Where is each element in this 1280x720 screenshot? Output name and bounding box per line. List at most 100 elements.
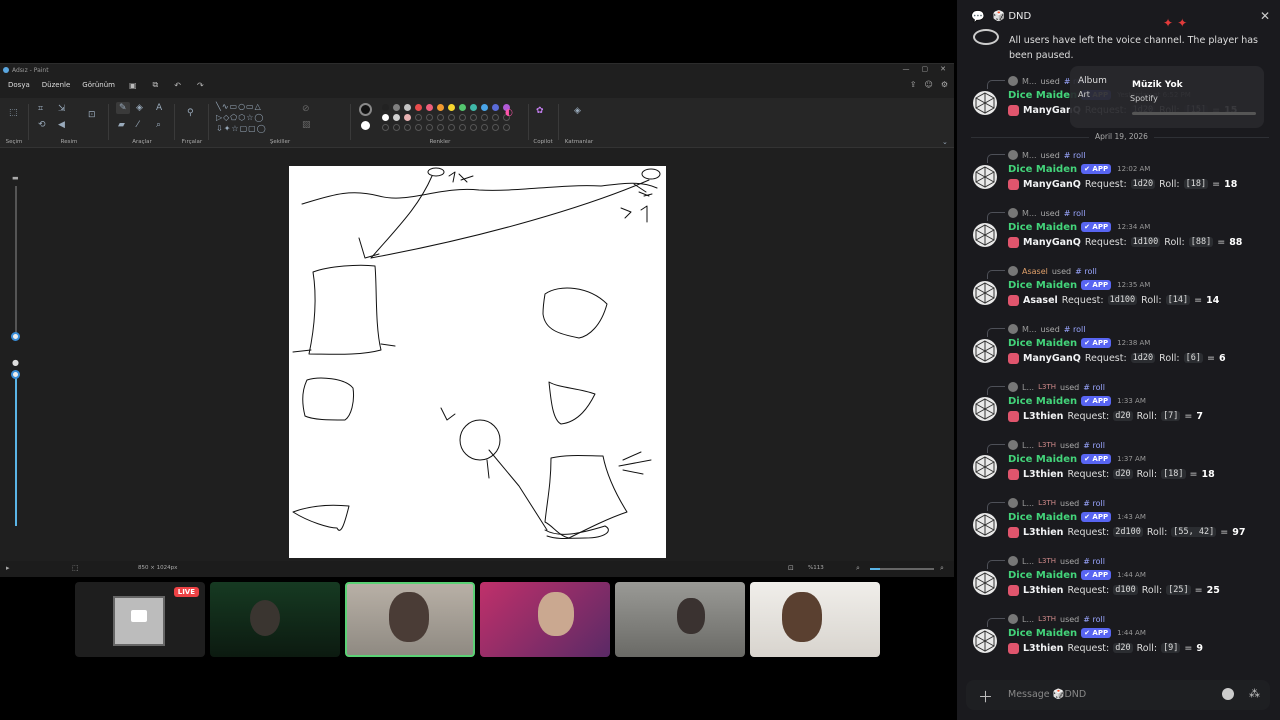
palette-swatch[interactable] xyxy=(393,104,400,111)
color-picker-icon[interactable]: ⁄ xyxy=(137,120,139,130)
palette-swatch[interactable] xyxy=(437,114,444,121)
zoom-level[interactable]: %113 xyxy=(808,565,824,571)
menu-view[interactable]: Görünüm xyxy=(78,81,119,89)
size-slider-knob[interactable] xyxy=(11,332,20,341)
webcam-tile-speaking[interactable] xyxy=(345,582,475,657)
message-input[interactable]: Message 🎲DND xyxy=(1008,689,1086,700)
palette-swatch[interactable] xyxy=(470,104,477,111)
command-reference[interactable]: M... used # roll xyxy=(1008,322,1085,336)
slash-command[interactable]: # roll xyxy=(1083,499,1105,508)
bot-name[interactable]: Dice Maiden xyxy=(1008,454,1077,465)
palette-swatch[interactable] xyxy=(426,104,433,111)
shapes-row-1-icon[interactable]: ╲∿▭○▭△ xyxy=(216,102,262,111)
fit-icon[interactable]: ⊡ xyxy=(788,564,794,572)
palette-swatch[interactable] xyxy=(426,114,433,121)
bot-name[interactable]: Dice Maiden xyxy=(1008,164,1077,175)
palette-swatch[interactable] xyxy=(459,114,466,121)
dice-maiden-avatar[interactable] xyxy=(972,454,998,480)
palette-swatch[interactable] xyxy=(448,114,455,121)
bot-name[interactable]: Dice Maiden xyxy=(1008,570,1077,581)
copilot-icon[interactable]: ✿ xyxy=(536,106,544,116)
palette-swatch[interactable] xyxy=(404,104,411,111)
slash-command[interactable]: # roll xyxy=(1083,557,1105,566)
zoom-slider[interactable] xyxy=(870,568,934,570)
palette-swatch[interactable] xyxy=(470,114,477,121)
custom-swatch[interactable] xyxy=(459,124,466,131)
bot-name[interactable]: Dice Maiden xyxy=(1008,338,1077,349)
color-1-swatch[interactable] xyxy=(359,103,372,116)
palette-swatch[interactable] xyxy=(382,114,389,121)
select-icon[interactable]: ⬚ xyxy=(9,108,18,118)
custom-swatch[interactable] xyxy=(437,124,444,131)
custom-swatch[interactable] xyxy=(448,124,455,131)
bot-name[interactable]: Dice Maiden xyxy=(1008,280,1077,291)
menu-edit[interactable]: Düzenle xyxy=(38,81,75,89)
collapse-ribbon-icon[interactable]: ⌄ xyxy=(942,138,948,146)
command-reference[interactable]: L... L3TH used # roll xyxy=(1008,554,1105,568)
custom-swatch[interactable] xyxy=(481,124,488,131)
command-reference[interactable]: L... L3TH used # roll xyxy=(1008,496,1105,510)
bot-name[interactable]: Dice Maiden xyxy=(1008,90,1077,101)
palette-swatch[interactable] xyxy=(448,104,455,111)
drawing-canvas[interactable] xyxy=(289,166,666,558)
save-icon[interactable]: ▣ xyxy=(123,81,143,90)
dice-maiden-avatar[interactable] xyxy=(972,90,998,116)
chat-bubble-icon[interactable]: 💬 xyxy=(971,10,985,23)
command-reference[interactable]: L... L3TH used # roll xyxy=(1008,612,1105,626)
slash-command[interactable]: # roll xyxy=(1064,209,1086,218)
custom-swatch[interactable] xyxy=(503,124,510,131)
fill-icon[interactable]: ◈ xyxy=(136,103,143,113)
slash-command[interactable]: # roll xyxy=(1083,383,1105,392)
palette-swatch[interactable] xyxy=(492,114,499,121)
webcam-tile-screen[interactable]: LIVE xyxy=(75,582,205,657)
text-icon[interactable]: A xyxy=(156,103,162,113)
palette-swatch[interactable] xyxy=(404,114,411,121)
slash-command[interactable]: # roll xyxy=(1075,267,1097,276)
close-icon[interactable]: ✕ xyxy=(940,65,946,73)
palette-swatch[interactable] xyxy=(481,104,488,111)
emoji-icon[interactable] xyxy=(1222,688,1234,700)
chat-message[interactable]: L... L3TH used # roll Dice Maiden ✔ APP … xyxy=(957,380,1280,438)
share-icon[interactable]: ⧉ xyxy=(147,80,165,90)
flip-icon[interactable]: ◀ xyxy=(58,120,65,130)
undo-icon[interactable]: ↶ xyxy=(168,81,187,90)
dice-maiden-avatar[interactable] xyxy=(972,338,998,364)
chat-message[interactable]: L... L3TH used # roll Dice Maiden ✔ APP … xyxy=(957,438,1280,496)
custom-swatch[interactable] xyxy=(426,124,433,131)
webcam-tile-6[interactable] xyxy=(750,582,880,657)
palette-swatch[interactable] xyxy=(481,114,488,121)
zoom-in-icon[interactable]: ⌕ xyxy=(940,564,944,573)
palette-swatch[interactable] xyxy=(459,104,466,111)
chat-message[interactable]: M... used # roll Dice Maiden ✔ APP 12:34… xyxy=(957,206,1280,264)
slash-command[interactable]: # roll xyxy=(1064,325,1086,334)
palette-swatch[interactable] xyxy=(393,114,400,121)
image-select-icon[interactable]: ⊡ xyxy=(88,110,96,120)
webcam-tile-5[interactable] xyxy=(615,582,745,657)
pencil-icon[interactable]: ✎ xyxy=(116,102,130,114)
settings-icon[interactable]: ⚙ xyxy=(941,80,948,89)
custom-swatch[interactable] xyxy=(382,124,389,131)
slash-command[interactable]: # roll xyxy=(1064,151,1086,160)
outline-icon[interactable]: ⊘ xyxy=(302,104,310,114)
chat-message[interactable]: M... used # roll Dice Maiden ✔ APP 12:02… xyxy=(957,148,1280,206)
custom-swatch[interactable] xyxy=(470,124,477,131)
custom-swatch[interactable] xyxy=(415,124,422,131)
chat-message[interactable]: Asasel used # roll Dice Maiden ✔ APP 12:… xyxy=(957,264,1280,322)
palette-swatch[interactable] xyxy=(415,114,422,121)
dice-maiden-avatar[interactable] xyxy=(972,628,998,654)
palette-swatch[interactable] xyxy=(415,104,422,111)
webcam-tile-2[interactable] xyxy=(210,582,340,657)
bot-name[interactable]: Dice Maiden xyxy=(1008,628,1077,639)
slash-command[interactable]: # roll xyxy=(1083,441,1105,450)
rotate-icon[interactable]: ⟲ xyxy=(38,120,46,130)
custom-swatch[interactable] xyxy=(492,124,499,131)
shapes-row-2-icon[interactable]: ▷◇⬠⬡☆◯ xyxy=(216,113,264,122)
size-slider-track[interactable] xyxy=(15,186,17,336)
dice-maiden-avatar[interactable] xyxy=(972,222,998,248)
webcam-tile-4[interactable] xyxy=(480,582,610,657)
magnifier-icon[interactable]: ⌕ xyxy=(156,120,161,130)
brush-icon[interactable]: ⚲ xyxy=(187,108,194,118)
dice-maiden-avatar[interactable] xyxy=(972,512,998,538)
apps-icon[interactable]: ⁂ xyxy=(1249,687,1260,700)
custom-swatch[interactable] xyxy=(404,124,411,131)
